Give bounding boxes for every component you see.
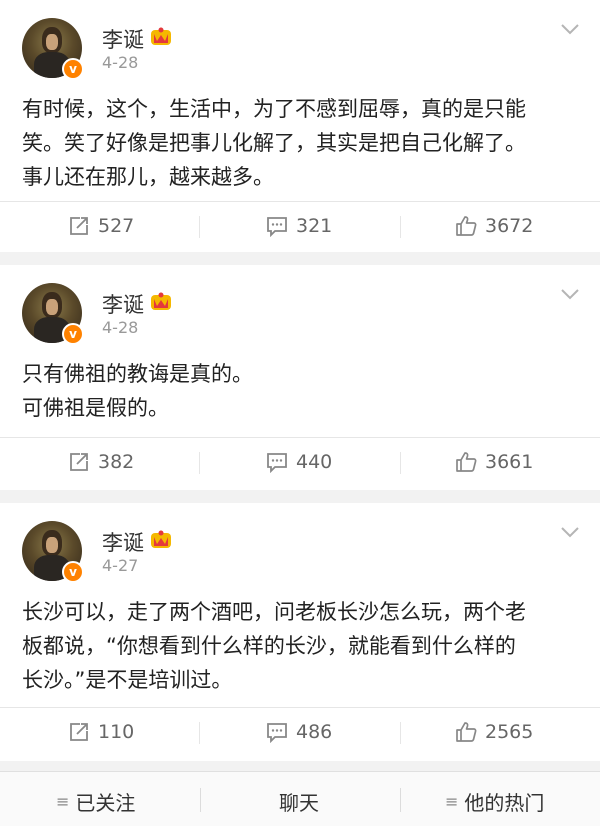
- comment-count: 440: [296, 451, 333, 473]
- weibo-post[interactable]: v 李诞 4-27 长沙可以，走了两个酒吧，问老板长沙怎么玩，两个老 板都说，“…: [0, 503, 600, 761]
- username[interactable]: 李诞: [102, 289, 144, 319]
- followed-button[interactable]: ≡ 已关注: [56, 787, 135, 816]
- comment-button[interactable]: 321: [266, 215, 332, 237]
- comment-count: 321: [296, 215, 333, 237]
- comment-icon: [267, 453, 287, 473]
- chevron-down-icon[interactable]: [560, 525, 580, 539]
- repost-button[interactable]: 382: [68, 451, 134, 473]
- like-count: 3672: [485, 215, 534, 237]
- post-date: 4-28: [102, 53, 139, 72]
- post-date: 4-27: [102, 556, 139, 575]
- member-crown-icon[interactable]: [150, 291, 172, 311]
- weibo-post[interactable]: v 李诞 4-28 有时候，这个，生活中，为了不感到屈辱，真的是只能 笑。笑了好…: [0, 0, 600, 252]
- divider: [400, 788, 401, 812]
- divider: [400, 216, 401, 238]
- bottom-action-bar: ≡ 已关注 聊天 ≡ 他的热门: [0, 771, 600, 826]
- divider: [199, 452, 200, 474]
- divider: [0, 437, 600, 438]
- verified-badge-icon: v: [62, 58, 84, 80]
- content-line: 长沙可以，走了两个酒吧，问老板长沙怎么玩，两个老: [22, 600, 526, 624]
- like-button[interactable]: 3661: [455, 451, 533, 473]
- like-icon: [456, 722, 477, 742]
- hot-posts-button[interactable]: ≡ 他的热门: [445, 787, 544, 816]
- repost-icon: [70, 217, 88, 235]
- content-line: 笑。笑了好像是把事儿化解了，其实是把自己化解了。: [22, 131, 526, 155]
- post-content: 长沙可以，走了两个酒吧，问老板长沙怎么玩，两个老 板都说，“你想看到什么样的长沙…: [22, 595, 582, 697]
- chat-label: 聊天: [279, 791, 319, 815]
- content-line: 板都说，“你想看到什么样的长沙，就能看到什么样的: [22, 634, 516, 658]
- comment-button[interactable]: 440: [266, 451, 332, 473]
- member-crown-icon[interactable]: [150, 26, 172, 46]
- username[interactable]: 李诞: [102, 527, 144, 557]
- comment-count: 486: [296, 721, 333, 743]
- content-line: 事儿还在那儿，越来越多。: [22, 165, 274, 189]
- divider: [400, 722, 401, 744]
- member-crown-icon[interactable]: [150, 529, 172, 549]
- content-line: 长沙。”是不是培训过。: [22, 668, 233, 692]
- divider: [0, 201, 600, 202]
- divider: [0, 707, 600, 708]
- comment-icon: [267, 217, 287, 237]
- divider: [200, 788, 201, 812]
- like-button[interactable]: 3672: [455, 215, 533, 237]
- divider: [400, 452, 401, 474]
- divider: [199, 216, 200, 238]
- repost-button[interactable]: 110: [68, 721, 134, 743]
- divider: [199, 722, 200, 744]
- followed-label: 已关注: [75, 791, 136, 815]
- username[interactable]: 李诞: [102, 24, 144, 54]
- menu-icon: ≡: [445, 792, 459, 811]
- repost-icon: [70, 723, 88, 741]
- like-icon: [456, 452, 477, 472]
- post-content: 有时候，这个，生活中，为了不感到屈辱，真的是只能 笑。笑了好像是把事儿化解了，其…: [22, 92, 582, 194]
- content-line: 可佛祖是假的。: [22, 396, 169, 420]
- menu-icon: ≡: [56, 792, 70, 811]
- repost-count: 382: [98, 451, 135, 473]
- verified-badge-icon: v: [62, 561, 84, 583]
- like-icon: [456, 216, 477, 236]
- weibo-post[interactable]: v 李诞 4-28 只有佛祖的教诲是真的。 可佛祖是假的。 382 440 36…: [0, 265, 600, 490]
- repost-count: 527: [98, 215, 135, 237]
- comment-button[interactable]: 486: [266, 721, 332, 743]
- post-date: 4-28: [102, 318, 139, 337]
- content-line: 只有佛祖的教诲是真的。: [22, 362, 253, 386]
- like-count: 2565: [485, 721, 534, 743]
- chevron-down-icon[interactable]: [560, 287, 580, 301]
- repost-icon: [70, 453, 88, 471]
- post-content: 只有佛祖的教诲是真的。 可佛祖是假的。: [22, 357, 582, 425]
- comment-icon: [267, 723, 287, 743]
- verified-badge-icon: v: [62, 323, 84, 345]
- repost-button[interactable]: 527: [68, 215, 134, 237]
- repost-count: 110: [98, 721, 135, 743]
- chat-button[interactable]: 聊天: [279, 787, 319, 816]
- like-button[interactable]: 2565: [455, 721, 533, 743]
- content-line: 有时候，这个，生活中，为了不感到屈辱，真的是只能: [22, 97, 526, 121]
- like-count: 3661: [485, 451, 534, 473]
- chevron-down-icon[interactable]: [560, 22, 580, 36]
- hot-label: 他的热门: [464, 791, 545, 815]
